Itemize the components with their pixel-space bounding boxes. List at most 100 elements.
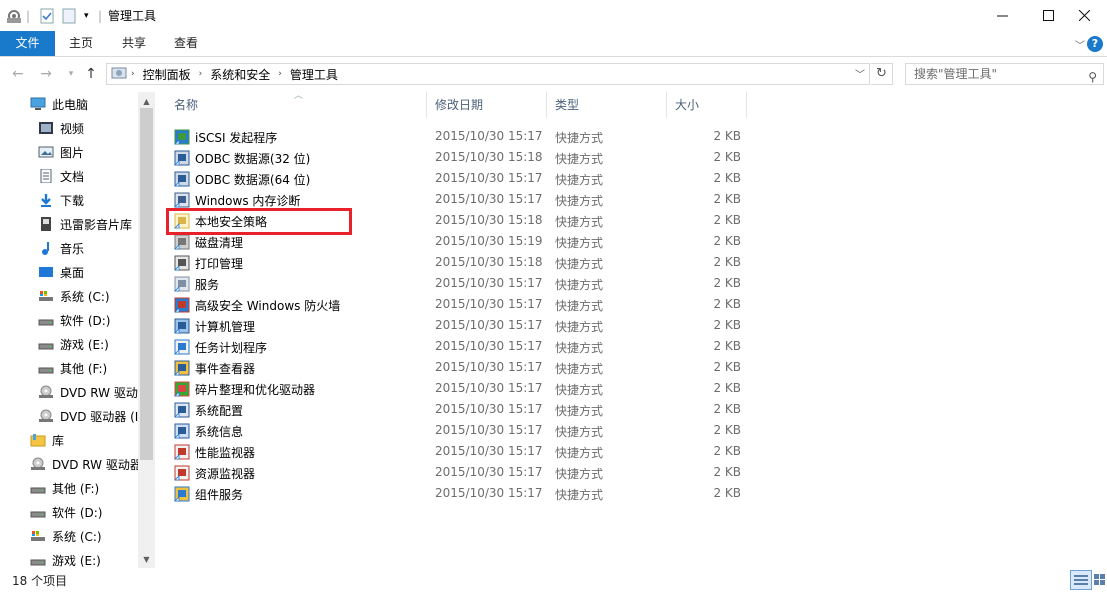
tab-view[interactable]: 查看 (162, 31, 210, 56)
file-date: 2015/10/30 15:17 (435, 444, 543, 458)
file-type: 快捷方式 (555, 404, 604, 418)
sidebar-item[interactable]: DVD RW 驱动 (38, 380, 138, 404)
scroll-down-icon[interactable]: ▼ (138, 552, 155, 568)
sidebar-item[interactable]: 软件 (D:) (30, 500, 138, 524)
search-input[interactable]: 搜索"管理工具" ⚲ (905, 63, 1104, 85)
library-icon (30, 433, 46, 447)
file-row[interactable]: 系统配置 2015/10/30 15:17 快捷方式 2 KB (166, 399, 766, 420)
tab-file[interactable]: 文件 (0, 31, 55, 56)
search-icon[interactable]: ⚲ (1088, 67, 1097, 87)
file-type: 快捷方式 (555, 236, 604, 250)
file-type: 快捷方式 (555, 383, 604, 397)
file-name: 碎片整理和优化驱动器 (195, 383, 316, 397)
file-date: 2015/10/30 15:17 (435, 360, 543, 374)
file-row[interactable]: 高级安全 Windows 防火墙 2015/10/30 15:17 快捷方式 2 KB (166, 294, 766, 315)
breadcrumb-separator[interactable]: › (274, 69, 286, 79)
sidebar-item[interactable]: DVD RW 驱动器 (30, 452, 138, 476)
recent-locations-icon[interactable]: ▾ (62, 65, 80, 83)
sidebar-item[interactable]: 库 (30, 428, 138, 452)
ribbon-expand-icon[interactable]: ﹀ (1075, 37, 1085, 52)
sidebar-item[interactable]: 游戏 (E:) (30, 548, 138, 568)
column-header-size[interactable]: 大小 (667, 92, 747, 118)
column-header-date[interactable]: 修改日期 (427, 92, 547, 118)
file-row[interactable]: 任务计划程序 2015/10/30 15:17 快捷方式 2 KB (166, 336, 766, 357)
file-type: 快捷方式 (555, 341, 604, 355)
back-icon[interactable]: ← (9, 65, 27, 83)
sidebar-item[interactable]: 此电脑 (30, 92, 138, 116)
file-row[interactable]: 计算机管理 2015/10/30 15:17 快捷方式 2 KB (166, 315, 766, 336)
sidebar-item[interactable]: 软件 (D:) (38, 308, 138, 332)
qa-customize-icon[interactable]: ▾ (84, 7, 89, 24)
file-row[interactable]: ODBC 数据源(64 位) 2015/10/30 15:17 快捷方式 2 KB (166, 168, 766, 189)
refresh-icon[interactable]: ↻ (871, 63, 893, 85)
properties-icon[interactable] (40, 7, 54, 24)
large-icons-view-icon[interactable] (1092, 570, 1107, 590)
breadcrumb-admin-tools[interactable]: 管理工具 (286, 66, 342, 83)
firewall-icon (174, 297, 190, 313)
address-bar[interactable]: › 控制面板 › 系统和安全 › 管理工具 ﹀ (106, 63, 870, 85)
sidebar-item[interactable]: 文档 (38, 164, 138, 188)
drive-icon (38, 361, 54, 375)
file-name: 性能监视器 (195, 446, 256, 460)
tab-share[interactable]: 共享 (110, 31, 158, 56)
sidebar-item-label: 其他 (F:) (60, 361, 108, 376)
highlight-annotation (166, 208, 352, 235)
breadcrumb-separator[interactable]: › (127, 69, 139, 79)
forward-icon[interactable]: → (37, 65, 55, 83)
file-name: iSCSI 发起程序 (195, 131, 278, 145)
minimize-button[interactable] (979, 0, 1025, 31)
file-row[interactable]: ODBC 数据源(32 位) 2015/10/30 15:18 快捷方式 2 KB (166, 147, 766, 168)
sidebar-item[interactable]: 系统 (C:) (30, 524, 138, 548)
tab-home[interactable]: 主页 (57, 31, 105, 56)
event-viewer-icon (174, 360, 190, 376)
breadcrumb-separator[interactable]: › (195, 69, 207, 79)
file-row[interactable]: 性能监视器 2015/10/30 15:17 快捷方式 2 KB (166, 441, 766, 462)
file-row[interactable]: 服务 2015/10/30 15:17 快捷方式 2 KB (166, 273, 766, 294)
sidebar-item[interactable]: 迅雷影音片库 (38, 212, 138, 236)
sidebar-item-label: DVD RW 驱动 (60, 385, 138, 400)
sidebar-item[interactable]: 其他 (F:) (30, 476, 138, 500)
sidebar-item[interactable]: 视频 (38, 116, 138, 140)
sidebar-item[interactable]: 图片 (38, 140, 138, 164)
file-type: 快捷方式 (555, 467, 604, 481)
file-row[interactable]: 打印管理 2015/10/30 15:18 快捷方式 2 KB (166, 252, 766, 273)
file-row[interactable]: 资源监视器 2015/10/30 15:17 快捷方式 2 KB (166, 462, 766, 483)
sidebar-scroll-thumb[interactable] (140, 108, 153, 460)
close-button[interactable] (1061, 0, 1107, 31)
up-icon[interactable]: ↑ (82, 65, 100, 83)
sidebar-item[interactable]: 下载 (38, 188, 138, 212)
address-dropdown-icon[interactable]: ﹀ (855, 66, 865, 81)
file-type: 快捷方式 (555, 320, 604, 334)
file-row[interactable]: Windows 内存诊断 2015/10/30 15:17 快捷方式 2 KB (166, 189, 766, 210)
file-row[interactable]: 碎片整理和优化驱动器 2015/10/30 15:17 快捷方式 2 KB (166, 378, 766, 399)
file-row[interactable]: iSCSI 发起程序 2015/10/30 15:17 快捷方式 2 KB (166, 126, 766, 147)
file-row[interactable]: 系统信息 2015/10/30 15:17 快捷方式 2 KB (166, 420, 766, 441)
breadcrumb-system-security[interactable]: 系统和安全 (206, 66, 274, 83)
sidebar-item[interactable]: 系统 (C:) (38, 284, 138, 308)
file-row[interactable]: 事件查看器 2015/10/30 15:17 快捷方式 2 KB (166, 357, 766, 378)
column-header-type[interactable]: 类型 (547, 92, 667, 118)
sidebar-item[interactable]: 音乐 (38, 236, 138, 260)
sidebar-item[interactable]: 其他 (F:) (38, 356, 138, 380)
file-date: 2015/10/30 15:17 (435, 318, 543, 332)
performance-monitor-icon (174, 444, 190, 460)
drive-icon (30, 505, 46, 519)
scroll-up-icon[interactable]: ▲ (138, 94, 155, 110)
sidebar-item-label: DVD RW 驱动器 (52, 457, 138, 472)
sidebar-item[interactable]: 游戏 (E:) (38, 332, 138, 356)
sidebar-item-label: DVD 驱动器 (I (60, 409, 138, 424)
sidebar-item[interactable]: DVD 驱动器 (I (38, 404, 138, 428)
breadcrumb-control-panel[interactable]: 控制面板 (139, 66, 195, 83)
help-icon[interactable]: ? (1087, 36, 1103, 52)
file-row[interactable]: 组件服务 2015/10/30 15:17 快捷方式 2 KB (166, 483, 766, 504)
sidebar-item-label: 其他 (F:) (52, 481, 100, 496)
navigation-pane: 此电脑 视频 图片 文档 下载 迅雷影音片库 音乐 桌面 系统 (C:) 软件 (D:) 游戏 (E… (0, 92, 156, 568)
file-type: 快捷方式 (555, 173, 604, 187)
new-folder-icon[interactable] (62, 7, 76, 24)
task-scheduler-icon (174, 339, 190, 355)
sidebar-item-label: 图片 (60, 145, 85, 160)
sidebar-item[interactable]: 桌面 (38, 260, 138, 284)
details-view-icon[interactable] (1070, 570, 1092, 590)
file-date: 2015/10/30 15:17 (435, 423, 543, 437)
file-name: 系统配置 (195, 404, 244, 418)
